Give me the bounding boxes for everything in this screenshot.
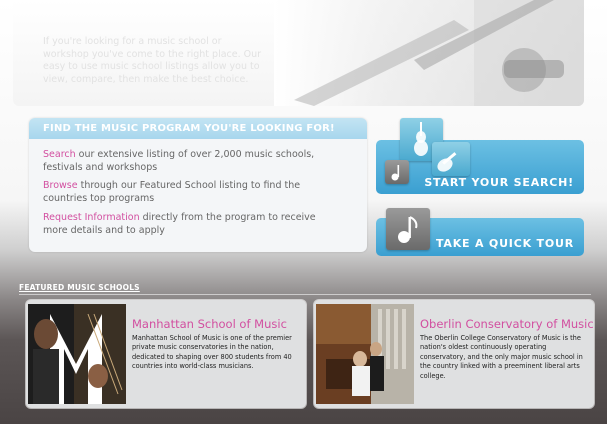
school-card-oberlin[interactable]: Oberlin Conservatory of Music The Oberli… (314, 300, 594, 408)
search-link-description: our extensive listing of over 2,000 musi… (43, 149, 315, 173)
school-card-manhattan[interactable]: Manhattan School of Music Manhattan Scho… (26, 300, 306, 408)
oberlin-conservatory-photo (316, 304, 414, 404)
manhattan-school-title[interactable]: Manhattan School of Music (132, 317, 287, 331)
request-information-link[interactable]: Request Information (43, 212, 140, 223)
music-note-icon (386, 208, 430, 250)
quick-tour-label: TAKE A QUICK TOUR (435, 237, 574, 250)
finder-item-search: Search our extensive listing of over 2,0… (43, 149, 343, 174)
finder-item-browse: Browse through our Featured School listi… (43, 180, 343, 205)
hero-intro-text: If you're looking for a music school or … (43, 36, 262, 85)
music-note-icon (385, 160, 409, 184)
manhattan-school-photo (28, 304, 126, 404)
program-finder-panel: FIND THE MUSIC PROGRAM YOU'RE LOOKING FO… (29, 118, 367, 252)
search-link[interactable]: Search (43, 149, 76, 160)
manhattan-school-description: Manhattan School of Music is one of the … (132, 334, 292, 371)
guitar-icon (432, 142, 470, 176)
finder-title: FIND THE MUSIC PROGRAM YOU'RE LOOKING FO… (29, 118, 367, 139)
hero-banner: If you're looking for a music school or … (13, 0, 584, 106)
start-search-label: START YOUR SEARCH! (424, 176, 574, 189)
hero-trumpet-photo (274, 0, 584, 106)
featured-divider (19, 294, 591, 295)
browse-link-description: through our Featured School listing to f… (43, 180, 301, 204)
oberlin-conservatory-title[interactable]: Oberlin Conservatory of Music (420, 317, 594, 331)
featured-schools-heading: FEATURED MUSIC SCHOOLS (19, 283, 140, 292)
finder-item-request: Request Information directly from the pr… (43, 212, 343, 237)
oberlin-conservatory-description: The Oberlin College Conservatory of Musi… (420, 334, 583, 380)
browse-link[interactable]: Browse (43, 180, 78, 191)
